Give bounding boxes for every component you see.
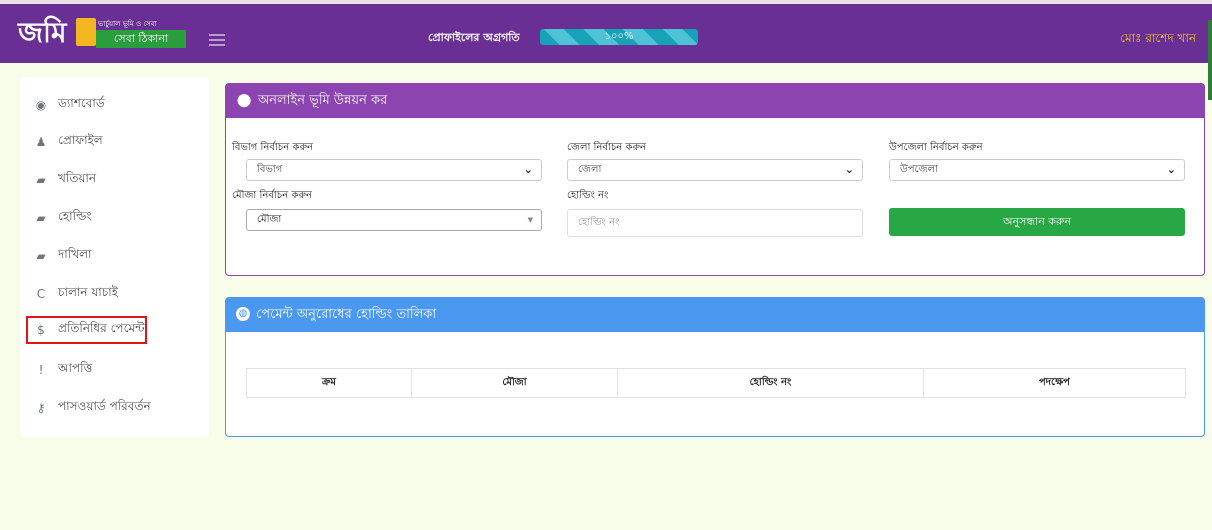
logo-tagline-box: সেবা ঠিকানা [96, 30, 186, 48]
exclamation-icon: ! [38, 363, 44, 377]
refresh-icon: C [36, 287, 46, 301]
mouza-label: মৌজা নির্বাচন করুন [232, 190, 312, 201]
sidebar-item-label: পাসওয়ার্ড পরিবর্তন [58, 399, 151, 413]
dashboard-icon: ◉ [35, 98, 47, 112]
profile-progress-label: প্রোফাইলের অগ্রগতি [428, 31, 520, 44]
division-label: বিভাগ নির্বাচন করুন [232, 142, 313, 153]
profile-progress-bar: ১০০% [540, 29, 698, 45]
mouza-select-value: মৌজা [257, 214, 282, 225]
logo-tagline-top: ভার্চুয়াল ভূমি ও সেবা [98, 20, 157, 28]
search-card-header: ⬤ অনলাইন ভূমি উন্নয়ন কর [226, 84, 1204, 118]
sidebar-item-profile[interactable]: ♟ প্রোফাইল [26, 128, 204, 156]
payment-card-header: ◍ পেমেন্ট অনুরোধের হোল্ডিং তালিকা [226, 298, 1204, 332]
sidebar-item-holding[interactable]: ▰ হোল্ডিং [26, 204, 204, 232]
chevron-down-icon: ⌄ [1166, 163, 1176, 176]
column-header-action: পদক্ষেপ [1039, 377, 1070, 388]
payment-card-title: পেমেন্ট অনুরোধের হোল্ডিং তালিকা [256, 307, 437, 322]
book-icon: ▰ [36, 249, 46, 263]
logo-tag-shape [76, 18, 96, 46]
profile-progress-fill: ১০০% [540, 29, 698, 45]
division-select[interactable]: বিভাগ ⌄ [246, 159, 542, 181]
upazila-select-value: উপজেলা [900, 164, 938, 175]
sidebar-item-label: প্রতিনিধির পেমেন্ট [58, 321, 145, 335]
column-header-holding-no: হোল্ডিং নং [618, 369, 924, 397]
district-label: জেলা নির্বাচন করুন [567, 142, 647, 153]
holding-number-input[interactable]: হোল্ডিং নং [567, 209, 863, 237]
column-header-serial: ক্রম [247, 369, 412, 397]
top-header: জমি ভার্চুয়াল ভূমি ও সেবা সেবা ঠিকানা প… [0, 0, 1212, 63]
user-name-link[interactable]: মোঃ রাশেদ খান [1120, 30, 1196, 46]
book-icon: ▰ [36, 211, 46, 225]
payment-request-card: ◍ পেমেন্ট অনুরোধের হোল্ডিং তালিকা ক্রম মৌ… [225, 297, 1205, 437]
sidebar-item-label: হোল্ডিং [58, 209, 92, 223]
sidebar-item-label: ড্যাশবোর্ড [58, 96, 105, 110]
search-button[interactable]: অনুসন্ধান করুন [889, 208, 1185, 236]
search-card-title: অনলাইন ভূমি উন্নয়ন কর [258, 93, 388, 108]
chevron-down-icon: ⌄ [523, 163, 533, 176]
sidebar-item-label: চালান যাচাই [58, 285, 118, 299]
user-icon: ♟ [35, 135, 47, 149]
sidebar-item-objection[interactable]: ! আপত্তি [26, 356, 204, 384]
book-icon: ▰ [36, 173, 46, 187]
map-marker-icon: ⬤ [236, 93, 252, 108]
key-icon: ⚷ [36, 401, 46, 415]
menu-toggle-icon[interactable] [209, 34, 225, 46]
upazila-select[interactable]: উপজেলা ⌄ [889, 159, 1185, 181]
app-logo[interactable]: জমি ভার্চুয়াল ভূমি ও সেবা সেবা ঠিকানা [18, 16, 186, 50]
sidebar-item-label: প্রোফাইল [58, 133, 103, 147]
district-select-value: জেলা [578, 164, 602, 175]
sidebar-item-khatian[interactable]: ▰ খতিয়ান [26, 166, 204, 194]
holding-label: হোল্ডিং নং [567, 190, 609, 201]
logo-main-text: জমি [18, 16, 67, 49]
column-header-mouza: মৌজা [412, 369, 618, 397]
sidebar-item-dashboard[interactable]: ◉ ড্যাশবোর্ড [26, 91, 204, 119]
division-select-value: বিভাগ [257, 164, 283, 175]
sidebar: ◉ ড্যাশবোর্ড ♟ প্রোফাইল ▰ খতিয়ান ▰ হোল্… [20, 77, 209, 437]
sidebar-item-label: খতিয়ান [58, 171, 97, 185]
land-tax-search-card: ⬤ অনলাইন ভূমি উন্নয়ন কর বিভাগ নির্বাচন ক… [225, 83, 1205, 276]
sidebar-item-dakhila[interactable]: ▰ দাখিলা [26, 242, 204, 270]
upazila-label: উপজেলা নির্বাচন করুন [889, 142, 983, 153]
sidebar-item-label: দাখিলা [58, 247, 92, 261]
sidebar-item-label: আপত্তি [58, 361, 93, 375]
chevron-down-icon: ⌄ [844, 163, 854, 176]
payment-holding-table-header: ক্রম মৌজা হোল্ডিং নং পদক্ষেপ [246, 368, 1186, 398]
mouza-select[interactable]: মৌজা ▼ [246, 209, 542, 231]
right-edge-scroll-tab[interactable] [1208, 20, 1212, 100]
globe-icon: ◍ [236, 306, 250, 321]
sidebar-item-representative-payment[interactable]: $ প্রতিনিধির পেমেন্ট [26, 316, 147, 344]
dollar-icon: $ [37, 323, 45, 337]
district-select[interactable]: জেলা ⌄ [567, 159, 863, 181]
holding-number-placeholder: হোল্ডিং নং [578, 217, 620, 228]
caret-down-icon: ▼ [527, 216, 533, 224]
sidebar-item-challan-check[interactable]: C চালান যাচাই [26, 280, 204, 308]
sidebar-item-change-password[interactable]: ⚷ পাসওয়ার্ড পরিবর্তন [26, 394, 204, 422]
